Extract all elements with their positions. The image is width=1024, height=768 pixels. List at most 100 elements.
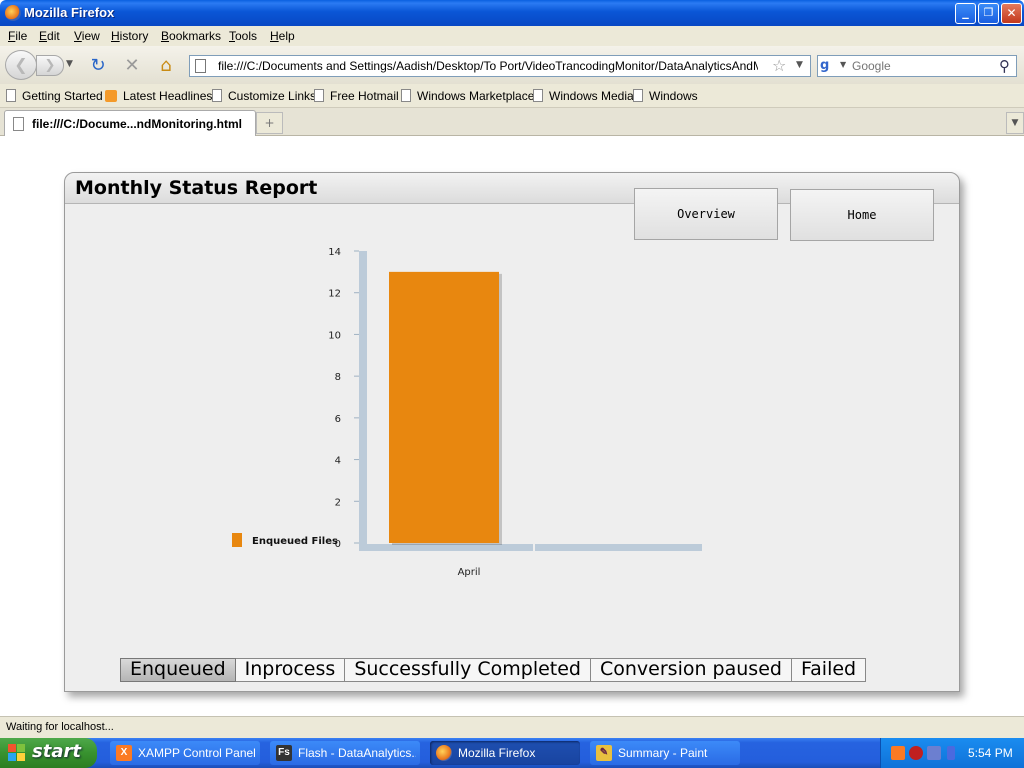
status-chart: 02468101214AprilEnqueued Files [232, 247, 702, 578]
google-engine-icon[interactable]: g [820, 58, 838, 74]
task-label: Flash - DataAnalytics... [298, 746, 416, 760]
bookmark-windows[interactable]: Windows [633, 89, 698, 103]
y-tick-label: 12 [328, 289, 341, 300]
page-icon [6, 89, 16, 102]
task-label: Summary - Paint [618, 746, 708, 760]
y-tick-label: 10 [328, 330, 341, 341]
menu-edit[interactable]: Edit [39, 29, 60, 43]
tab-failed[interactable]: Failed [791, 658, 867, 682]
page-icon [633, 89, 643, 102]
windows-logo-icon [8, 744, 26, 762]
reload-icon[interactable]: ↻ [88, 56, 108, 76]
status-bar: Waiting for localhost... [0, 716, 1024, 738]
bookmark-windows-marketplace[interactable]: Windows Marketplace [401, 89, 534, 103]
restore-button[interactable]: ❐ [978, 3, 999, 24]
y-axis [359, 251, 367, 551]
y-tick-label: 4 [335, 456, 341, 467]
menu-view[interactable]: View [74, 29, 100, 43]
bookmark-label: Getting Started [22, 89, 103, 103]
tab-list-dropdown-icon[interactable]: ▼ [1006, 112, 1024, 134]
x-axis-segment [535, 544, 702, 551]
search-input[interactable] [852, 58, 992, 74]
status-text: Waiting for localhost... [6, 721, 114, 733]
tab-enqueued[interactable]: Enqueued [120, 658, 236, 682]
start-label: start [32, 741, 81, 762]
task-label: Mozilla Firefox [458, 746, 536, 760]
forward-icon[interactable]: ❯ [36, 55, 64, 76]
minimize-button[interactable]: _ [955, 3, 976, 24]
bar [389, 271, 499, 543]
bookmark-label: Windows Marketplace [417, 89, 535, 103]
bookmark-windows-media[interactable]: Windows Media [533, 89, 634, 103]
flash-icon: Fs [276, 745, 292, 761]
tab-label: file:///C:/Docume...ndMonitoring.html [32, 117, 242, 131]
menu-history[interactable]: History [111, 29, 148, 43]
bookmark-latest-headlines[interactable]: Latest Headlines [105, 89, 212, 103]
url-bar[interactable]: file:///C:/Documents and Settings/Aadish… [189, 55, 811, 77]
y-tick-label: 6 [335, 414, 341, 425]
rss-icon [105, 90, 117, 102]
stop-icon[interactable]: ✕ [122, 56, 142, 76]
windows-taskbar: start X XAMPP Control Panel ... Fs Flash… [0, 738, 1024, 768]
bookmark-getting-started[interactable]: Getting Started [6, 89, 103, 103]
bookmarks-toolbar: Getting Started Latest Headlines Customi… [0, 84, 1024, 108]
task-firefox[interactable]: Mozilla Firefox [430, 741, 580, 765]
window-titlebar[interactable]: Mozilla Firefox _ ❐ ✕ [0, 0, 1024, 26]
page-icon [401, 89, 411, 102]
task-flash[interactable]: Fs Flash - DataAnalytics... [270, 741, 420, 765]
page-icon [13, 117, 24, 131]
bookmark-label: Latest Headlines [123, 89, 213, 103]
task-label: XAMPP Control Panel ... [138, 746, 256, 760]
network-icon[interactable] [927, 746, 941, 760]
page-icon [533, 89, 543, 102]
bookmark-label: Windows [649, 89, 698, 103]
clock: 5:54 PM [968, 746, 1013, 760]
bookmark-free-hotmail[interactable]: Free Hotmail [314, 89, 399, 103]
menu-bar: File Edit View History Bookmarks Tools H… [0, 26, 1024, 46]
report-panel: Monthly Status Report Overview Home 0246… [64, 172, 960, 692]
tab-current[interactable]: file:///C:/Docume...ndMonitoring.html [4, 110, 256, 136]
history-dropdown-icon[interactable]: ▼ [66, 59, 73, 69]
bookmark-customize-links[interactable]: Customize Links [212, 89, 316, 103]
window-title: Mozilla Firefox [24, 5, 115, 20]
menu-tools[interactable]: Tools [229, 29, 257, 43]
new-tab-button[interactable]: + [256, 112, 283, 134]
bookmark-star-icon[interactable]: ☆ [772, 56, 786, 75]
bookmark-label: Free Hotmail [330, 89, 399, 103]
search-icon[interactable]: ⚲ [999, 57, 1010, 75]
back-icon[interactable]: ❮ [5, 50, 37, 80]
task-paint[interactable]: ✎ Summary - Paint [590, 741, 740, 765]
url-text[interactable]: file:///C:/Documents and Settings/Aadish… [218, 59, 758, 73]
firefox-icon [5, 5, 21, 21]
bookmark-label: Windows Media [549, 89, 634, 103]
menu-file[interactable]: File [8, 29, 27, 43]
xampp-tray-icon[interactable] [891, 746, 905, 760]
task-xampp[interactable]: X XAMPP Control Panel ... [110, 741, 260, 765]
page-content: Monthly Status Report Overview Home 0246… [0, 137, 1024, 716]
status-tabs: Enqueued Inprocess Successfully Complete… [120, 658, 867, 684]
engine-dropdown-icon[interactable]: ▼ [840, 60, 846, 69]
menu-help[interactable]: Help [270, 29, 295, 43]
navigation-toolbar: ❮ ❯ ▼ ↻ ✕ ⌂ file:///C:/Documents and Set… [0, 46, 1024, 84]
menu-bookmarks[interactable]: Bookmarks [161, 29, 221, 43]
tab-inprocess[interactable]: Inprocess [235, 658, 346, 682]
tab-successfully-completed[interactable]: Successfully Completed [345, 658, 591, 682]
search-box[interactable]: g ▼ ⚲ [817, 55, 1017, 77]
y-tick-label: 2 [335, 497, 341, 508]
start-button[interactable]: start [0, 738, 97, 768]
tab-conversion-paused[interactable]: Conversion paused [591, 658, 792, 682]
page-icon [314, 89, 324, 102]
x-tick-label: April [458, 567, 481, 578]
x-axis-segment [367, 544, 533, 551]
firefox-icon [436, 745, 452, 761]
close-button[interactable]: ✕ [1001, 3, 1022, 24]
battery-icon[interactable] [947, 746, 955, 760]
xampp-icon: X [116, 745, 132, 761]
home-icon[interactable]: ⌂ [156, 56, 176, 76]
url-dropdown-icon[interactable]: ▼ [796, 60, 803, 70]
security-shield-icon[interactable] [909, 746, 923, 760]
page-icon [195, 59, 206, 73]
tab-strip: file:///C:/Docume...ndMonitoring.html + … [0, 108, 1024, 136]
y-tick-label: 8 [335, 372, 341, 383]
legend-swatch [232, 533, 242, 547]
